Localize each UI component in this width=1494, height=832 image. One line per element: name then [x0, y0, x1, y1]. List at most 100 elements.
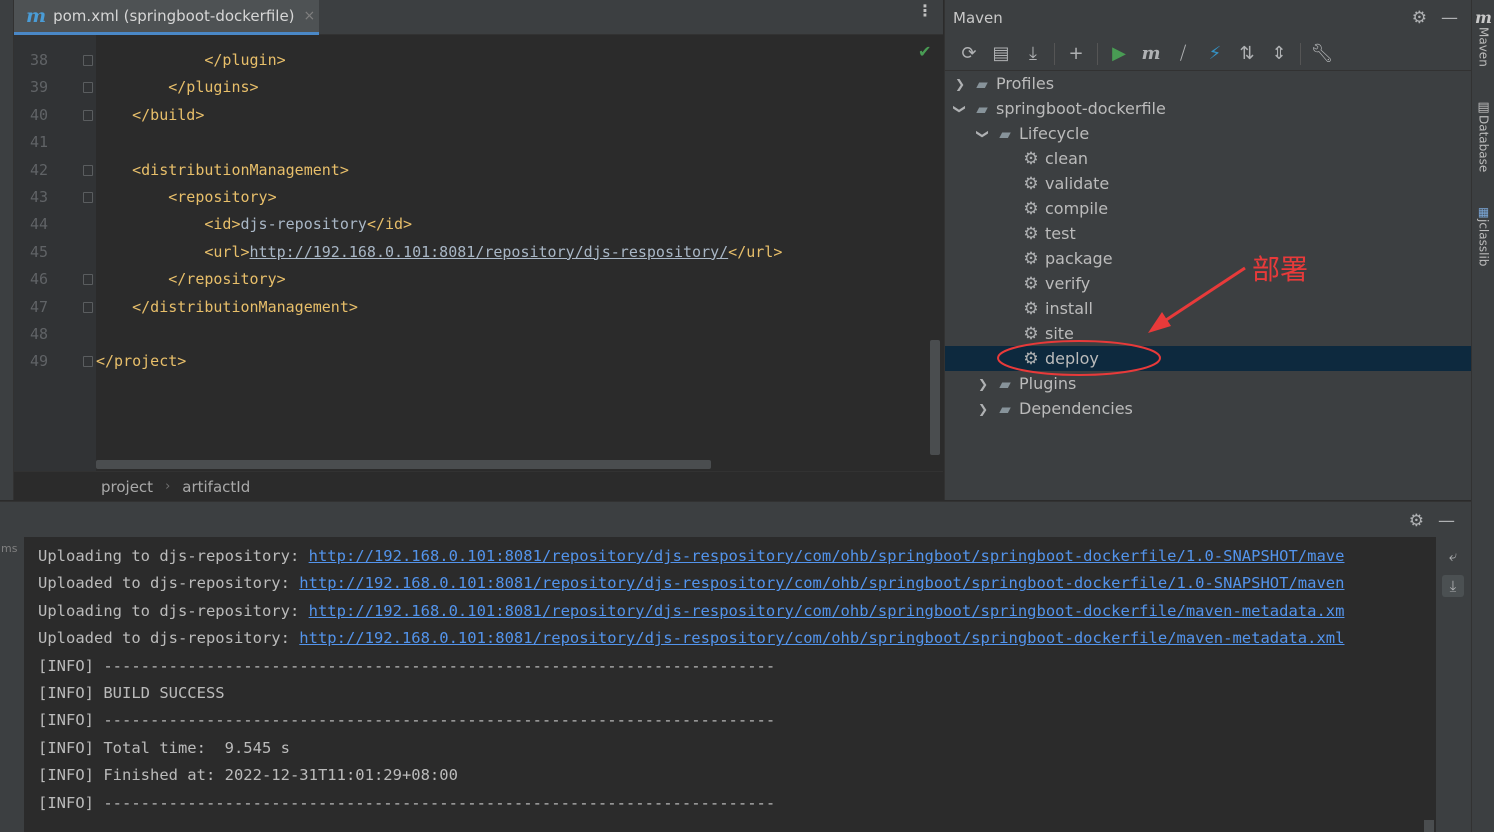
add-icon[interactable]: +	[1060, 39, 1092, 69]
phase-label: compile	[1045, 199, 1109, 218]
side-tab-label: Database	[1476, 115, 1491, 173]
scroll-to-end-icon[interactable]: ⤓	[1442, 575, 1464, 597]
editor-vertical-scrollbar[interactable]	[930, 340, 940, 455]
show-dependencies-icon[interactable]: ⇅	[1231, 39, 1263, 69]
lifecycle-phase-clean[interactable]: ⚙ clean	[945, 146, 1472, 171]
console-link[interactable]: http://192.168.0.101:8081/repository/djs…	[309, 602, 1345, 620]
breadcrumb: project › artifactId	[14, 471, 943, 501]
lifecycle-phase-verify[interactable]: ⚙ verify	[945, 271, 1472, 296]
run-icon[interactable]: ▶	[1103, 39, 1135, 69]
gear-icon[interactable]: ⚙	[1412, 8, 1427, 28]
gear-icon: ⚙	[1023, 223, 1039, 244]
console-line: Uploaded to djs-repository: http://192.1…	[38, 629, 1345, 648]
inspection-ok-icon[interactable]: ✔	[918, 42, 931, 61]
fold-marker-icon[interactable]	[83, 301, 93, 313]
fold-marker-icon[interactable]	[83, 109, 93, 121]
fold-marker-icon[interactable]	[83, 55, 93, 66]
chevron-right-icon[interactable]: ❯	[976, 377, 990, 391]
lifecycle-phase-test[interactable]: ⚙ test	[945, 221, 1472, 246]
toggle-offline-icon[interactable]: ⧸	[1167, 39, 1199, 69]
lifecycle-phase-deploy[interactable]: ⚙ deploy	[945, 346, 1472, 371]
maven-toolbar: ⟳ ▤ ⤓ + ▶ m ⧸ ⚡ ⇅ ⇕ 🔧︎	[945, 37, 1472, 71]
gear-icon[interactable]: ⚙	[1409, 511, 1424, 531]
tree-item-profiles[interactable]: ❯ ▰ Profiles	[945, 71, 1472, 96]
tree-item-plugins[interactable]: ❯ ▰ Plugins	[945, 371, 1472, 396]
lifecycle-phase-compile[interactable]: ⚙ compile	[945, 196, 1472, 221]
breadcrumb-item-artifactid[interactable]: artifactId	[182, 478, 250, 496]
minimize-icon[interactable]: —	[1438, 511, 1455, 531]
line-number-gutter: 38 39 40 41 42 43 44 45 46 47 48 49	[14, 35, 96, 471]
console-scrollbar[interactable]	[1424, 820, 1434, 832]
fold-marker-icon[interactable]	[83, 274, 93, 286]
annotation-label: 部署	[1252, 253, 1309, 286]
download-icon[interactable]: ⤓	[1017, 39, 1049, 69]
console-line: Uploading to djs-repository: http://192.…	[38, 601, 1345, 620]
lifecycle-phase-site[interactable]: ⚙ site	[945, 321, 1472, 346]
line-number: 38	[29, 51, 48, 69]
skip-tests-icon[interactable]: ⚡	[1199, 39, 1231, 69]
tab-label: pom.xml (springboot-dockerfile)	[53, 7, 295, 25]
side-tab-maven[interactable]: m Maven	[1472, 8, 1494, 67]
fold-marker-icon[interactable]	[83, 192, 93, 203]
console-link[interactable]: http://192.168.0.101:8081/repository/djs…	[299, 574, 1344, 592]
maven-title: Maven	[953, 8, 1003, 27]
tree-label: springboot-dockerfile	[996, 99, 1166, 118]
lifecycle-phase-install[interactable]: ⚙ install	[945, 296, 1472, 321]
plugins-folder-icon: ▰	[999, 374, 1011, 393]
phase-label: validate	[1045, 174, 1110, 193]
minimize-icon[interactable]: —	[1441, 8, 1458, 28]
lifecycle-phase-validate[interactable]: ⚙ validate	[945, 171, 1472, 196]
editor-horizontal-scrollbar[interactable]	[96, 460, 711, 469]
tree-item-dependencies[interactable]: ❯ ▰ Dependencies	[945, 396, 1472, 421]
soft-wrap-icon[interactable]: ⤶	[1442, 545, 1464, 567]
run-tool-column: ⤶ ⤓	[1436, 537, 1471, 832]
jclasslib-icon: ▦	[1477, 205, 1490, 219]
repository-url-link[interactable]: http://192.168.0.101:8081/repository/djs…	[250, 243, 729, 261]
console-link[interactable]: http://192.168.0.101:8081/repository/djs…	[309, 547, 1345, 565]
chevron-right-icon[interactable]: ❯	[976, 402, 990, 416]
code-line: </project>	[96, 352, 187, 371]
maven-project-tree: ❯ ▰ Profiles ❯ ▰ springboot-dockerfile ❯…	[945, 71, 1472, 431]
phase-label: install	[1045, 299, 1093, 318]
collapse-all-icon[interactable]: ⇕	[1263, 39, 1295, 69]
execute-goal-icon[interactable]: m	[1135, 39, 1167, 69]
side-tab-jclasslib[interactable]: ▦ jclasslib	[1472, 205, 1494, 266]
wrench-icon[interactable]: 🔧︎	[1306, 39, 1338, 69]
code-editor[interactable]: <artifactId>spring-boot-maven-plugin</ar…	[96, 35, 930, 471]
breadcrumb-item-project[interactable]: project	[101, 478, 153, 496]
lifecycle-phase-package[interactable]: ⚙ package	[945, 246, 1472, 271]
side-tab-database[interactable]: ▤ Database	[1472, 100, 1494, 172]
line-number: 42	[29, 160, 48, 179]
close-icon[interactable]: ×	[304, 8, 316, 24]
chevron-down-icon[interactable]: ❯	[953, 102, 967, 116]
fold-marker-icon[interactable]	[83, 82, 93, 94]
phase-label: site	[1045, 324, 1074, 343]
line-number: 48	[29, 325, 48, 343]
phase-label: test	[1045, 224, 1076, 243]
side-tab-label: jclasslib	[1476, 219, 1491, 267]
console-link[interactable]: http://192.168.0.101:8081/repository/djs…	[299, 629, 1344, 647]
console-line: [INFO] ---------------------------------…	[38, 793, 776, 812]
code-line: <url>http://192.168.0.101:8081/repositor…	[96, 242, 783, 261]
phase-label: deploy	[1045, 349, 1099, 368]
tab-pom-xml[interactable]: m pom.xml (springboot-dockerfile) ×	[14, 0, 319, 35]
tree-item-project[interactable]: ❯ ▰ springboot-dockerfile	[945, 96, 1472, 121]
console-line: [INFO] BUILD SUCCESS	[38, 684, 225, 702]
fold-marker-icon[interactable]	[83, 164, 93, 176]
breadcrumb-separator: ›	[165, 479, 171, 494]
tree-item-lifecycle[interactable]: ❯ ▰ Lifecycle	[945, 121, 1472, 146]
gear-icon: ⚙	[1023, 148, 1039, 169]
chevron-right-icon[interactable]: ❯	[953, 77, 967, 91]
more-options-icon[interactable]: ⋮	[917, 3, 933, 19]
repository-id-text: djs-repository	[240, 215, 367, 234]
reload-icon[interactable]: ⟳	[953, 39, 985, 69]
code-line: </build>	[96, 105, 205, 124]
editor-tab-bar: m pom.xml (springboot-dockerfile) × ⋮	[14, 0, 943, 35]
chevron-down-icon[interactable]: ❯	[976, 127, 990, 141]
gear-icon: ⚙	[1023, 198, 1039, 219]
code-line: </plugin>	[96, 51, 286, 69]
fold-marker-icon[interactable]	[83, 356, 93, 368]
generate-sources-icon[interactable]: ▤	[985, 39, 1017, 69]
console-output[interactable]: Uploading to djs-repository: http://192.…	[24, 537, 1436, 832]
line-number: 43	[29, 188, 48, 206]
